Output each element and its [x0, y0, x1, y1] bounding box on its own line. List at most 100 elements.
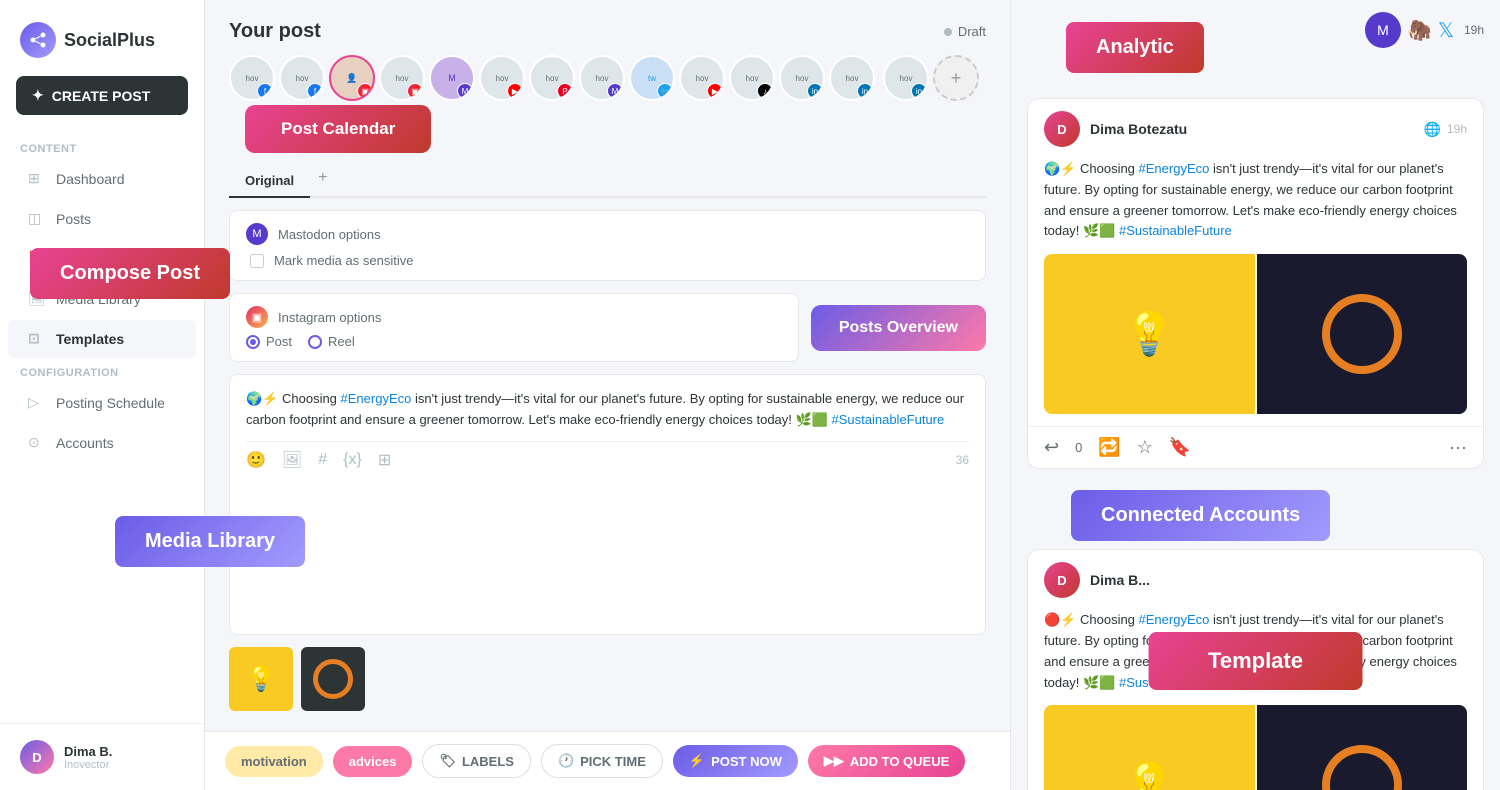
image-strip: 💡 [229, 647, 986, 711]
content-section-label: Content [0, 135, 204, 159]
account-avatar-1[interactable]: hov f [229, 55, 275, 101]
analytic-overlay: Analytic [1066, 22, 1204, 73]
draft-dot [944, 28, 952, 36]
grid-icon[interactable]: ⊞ [378, 450, 391, 470]
account-avatar-4[interactable]: hov ▣ [379, 55, 425, 101]
fb-badge-2: f [307, 83, 323, 99]
hashtag-energyeco: #EnergyEco [341, 391, 412, 406]
tab-add-button[interactable]: + [310, 165, 335, 196]
account-avatar-8[interactable]: hov M [579, 55, 625, 101]
globe-icon-1: 🌐 [1424, 121, 1441, 138]
mastodon-option-row: M Mastodon options [246, 223, 969, 245]
template-overlay: Template [1148, 632, 1363, 690]
instagram-option-row: ▣ Instagram options [246, 306, 782, 328]
star-icon-1[interactable]: ☆ [1137, 437, 1153, 458]
char-count: 36 [956, 453, 969, 467]
account-avatar-5[interactable]: M M [429, 55, 475, 101]
media-library-overlay: Media Library [115, 516, 305, 567]
bolt-icon: ⚡ [689, 753, 705, 769]
user-profile[interactable]: D Dima B. Inovector [0, 723, 204, 790]
retweet-icon-1[interactable]: 🔁 [1098, 437, 1120, 458]
pick-time-button[interactable]: 🕐 PICK TIME [541, 744, 663, 778]
tab-original[interactable]: Original [229, 165, 310, 198]
app-name: SocialPlus [64, 30, 155, 51]
sidebar-item-accounts[interactable]: ⊙ Accounts [8, 424, 196, 462]
image-thumb-1[interactable]: 💡 [229, 647, 293, 711]
avatar: D [20, 740, 54, 774]
radio-post-option[interactable]: Post [246, 334, 292, 349]
image-icon[interactable]: 🖼 [282, 450, 302, 470]
image-thumb-2[interactable] [301, 647, 365, 711]
account-avatar-11[interactable]: hov ♪ [729, 55, 775, 101]
account-avatar-2[interactable]: hov f [279, 55, 325, 101]
account-avatar-7[interactable]: hov P [529, 55, 575, 101]
preview-user-2: D Dima B... [1044, 562, 1150, 598]
preview-hashtag-1b: #SustainableFuture [1119, 223, 1232, 238]
account-avatar-14[interactable]: hov in [883, 55, 929, 101]
dashboard-icon: ⊞ [28, 170, 46, 188]
pi-badge-7: P [557, 83, 573, 99]
post-header: Your post Draft [229, 20, 986, 43]
li-badge-12: in [807, 83, 823, 99]
editor-text: 🌍⚡ Choosing #EnergyEco isn't just trendy… [246, 389, 969, 431]
sidebar-item-templates[interactable]: ⊡ Templates [8, 320, 196, 358]
preview-img-right-2 [1257, 705, 1468, 790]
account-avatar-3[interactable]: 👤 ▣ [329, 55, 375, 101]
sidebar-item-posts[interactable]: ◫ Posts [8, 200, 196, 238]
hashtag-icon[interactable]: # [318, 451, 327, 469]
yt-badge-6: ▶ [507, 83, 523, 99]
schedule-icon: ▷ [28, 394, 46, 412]
tag-advices-button[interactable]: advices [333, 746, 413, 777]
preview-user-1: D Dima Botezatu [1044, 111, 1187, 147]
queue-icon: ▶▶ [824, 753, 844, 769]
sidebar-item-dashboard[interactable]: ⊞ Dashboard [8, 160, 196, 198]
tabs-row: Original + [229, 165, 986, 198]
radio-reel-option[interactable]: Reel [308, 334, 355, 349]
mastodon-sensitive-checkbox[interactable] [250, 254, 264, 268]
editor-toolbar: 🙂 🖼 # {x} ⊞ 36 [246, 441, 969, 470]
add-to-queue-button[interactable]: ▶▶ ADD TO QUEUE [808, 745, 965, 777]
post-now-button[interactable]: ⚡ POST NOW [673, 745, 798, 777]
reply-icon-1[interactable]: ↩ [1044, 437, 1059, 458]
tag-motivation-button[interactable]: motivation [225, 746, 323, 777]
emoji-icon[interactable]: 🙂 [246, 450, 266, 470]
preview-username-1: Dima Botezatu [1090, 121, 1187, 137]
post-calendar-button[interactable]: Post Calendar [245, 105, 431, 153]
labels-button[interactable]: 🏷 LABELS [422, 744, 531, 778]
yt-badge-10: ▶ [707, 83, 723, 99]
preview-hashtag-2a: #EnergyEco [1139, 612, 1210, 627]
preview-hashtag-1a: #EnergyEco [1139, 161, 1210, 176]
configuration-section-label: Configuration [0, 359, 204, 383]
variable-icon[interactable]: {x} [343, 451, 362, 469]
mastodon-checkbox-row: Mark media as sensitive [246, 245, 969, 268]
account-avatar-13[interactable]: hov in [829, 55, 875, 101]
posts-overview-button[interactable]: Posts Overview [811, 305, 986, 351]
account-avatar-10[interactable]: hov ▶ [679, 55, 725, 101]
preview-card-header-2: D Dima B... [1028, 550, 1483, 610]
compose-post-overlay: Compose Post [30, 248, 230, 299]
create-post-button[interactable]: ✦ CREATE POST [16, 76, 188, 115]
add-account-button[interactable]: + [933, 55, 979, 101]
tk-badge-11: ♪ [757, 83, 773, 99]
account-avatar-6[interactable]: hov ▶ [479, 55, 525, 101]
post-editor: Your post Draft hov f hov f 👤 ▣ [205, 0, 1010, 731]
more-icon-1[interactable]: ··· [1449, 437, 1467, 458]
preview-username-2: Dima B... [1090, 572, 1150, 588]
like-count-1: 0 [1075, 440, 1082, 455]
fb-badge-1: f [257, 83, 273, 99]
preview-time-area-1: 🌐 19h [1424, 121, 1467, 138]
preview-card-header-1: D Dima Botezatu 🌐 19h [1028, 99, 1483, 159]
app-logo: SocialPlus [0, 0, 204, 76]
text-editor[interactable]: 🌍⚡ Choosing #EnergyEco isn't just trendy… [229, 374, 986, 635]
account-avatar-9[interactable]: tw 🐦 [629, 55, 675, 101]
connected-accounts-overlay: Connected Accounts [1071, 490, 1330, 541]
logo-icon [20, 22, 56, 58]
user-company: Inovector [64, 759, 112, 771]
sidebar-item-posting-schedule[interactable]: ▷ Posting Schedule [8, 384, 196, 422]
account-avatar-12[interactable]: hov in [779, 55, 825, 101]
ma-badge-5: M [457, 83, 473, 99]
bookmark-icon-1[interactable]: 🔖 [1169, 437, 1191, 458]
preview-img-left-1: 💡 [1044, 254, 1255, 414]
ring-visual-1 [1322, 294, 1402, 374]
bulb-icon: 💡 [246, 665, 276, 694]
